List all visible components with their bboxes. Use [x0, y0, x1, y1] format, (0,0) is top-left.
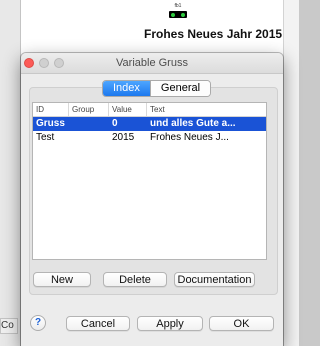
column-header-id[interactable]: ID: [33, 103, 69, 116]
cell-text: Frohes Neues J...: [150, 132, 229, 143]
table-row[interactable]: Test 2015 Frohes Neues J...: [33, 131, 266, 145]
cell-id: Gruss: [36, 118, 65, 129]
new-button[interactable]: New: [33, 272, 91, 287]
table-row[interactable]: Gruss 0 und alles Gute a...: [33, 117, 266, 131]
variables-table[interactable]: ID Group Value Text Gruss 0 und alles Gu…: [32, 102, 267, 260]
tab-index[interactable]: Index: [103, 81, 150, 96]
output-port-icon: [181, 13, 185, 17]
background-panel-label: Co: [0, 318, 18, 334]
apply-button[interactable]: Apply: [137, 316, 203, 331]
background-sidebar: [0, 0, 21, 346]
document-title: Frohes Neues Jahr 2015: [144, 27, 283, 41]
cell-group: [69, 131, 109, 145]
cell-value: 2015: [112, 132, 135, 143]
input-port-icon: [171, 13, 175, 17]
column-header-group[interactable]: Group: [69, 103, 109, 116]
table-header: ID Group Value Text: [33, 103, 266, 117]
cell-group: [69, 117, 109, 131]
delete-button[interactable]: Delete: [103, 272, 167, 287]
function-block-label: fb1: [174, 3, 182, 9]
background-right-strip: [283, 0, 299, 346]
documentation-button[interactable]: Documentation: [174, 272, 255, 287]
function-block[interactable]: fb1: [167, 3, 189, 21]
title-bar[interactable]: Variable Gruss: [21, 53, 283, 74]
column-header-text[interactable]: Text: [147, 103, 266, 116]
help-button[interactable]: ?: [30, 315, 46, 331]
cancel-button[interactable]: Cancel: [66, 316, 130, 331]
ok-button[interactable]: OK: [209, 316, 274, 331]
cell-text: und alles Gute a...: [150, 118, 236, 129]
tab-bar: Index General: [102, 80, 212, 97]
cell-id: Test: [36, 132, 55, 143]
tab-general[interactable]: General: [149, 81, 211, 96]
window-title: Variable Gruss: [116, 57, 188, 69]
cell-value: 0: [112, 118, 118, 129]
column-header-value[interactable]: Value: [109, 103, 147, 116]
variable-dialog: Variable Gruss Index General ID Group Va…: [21, 53, 283, 346]
